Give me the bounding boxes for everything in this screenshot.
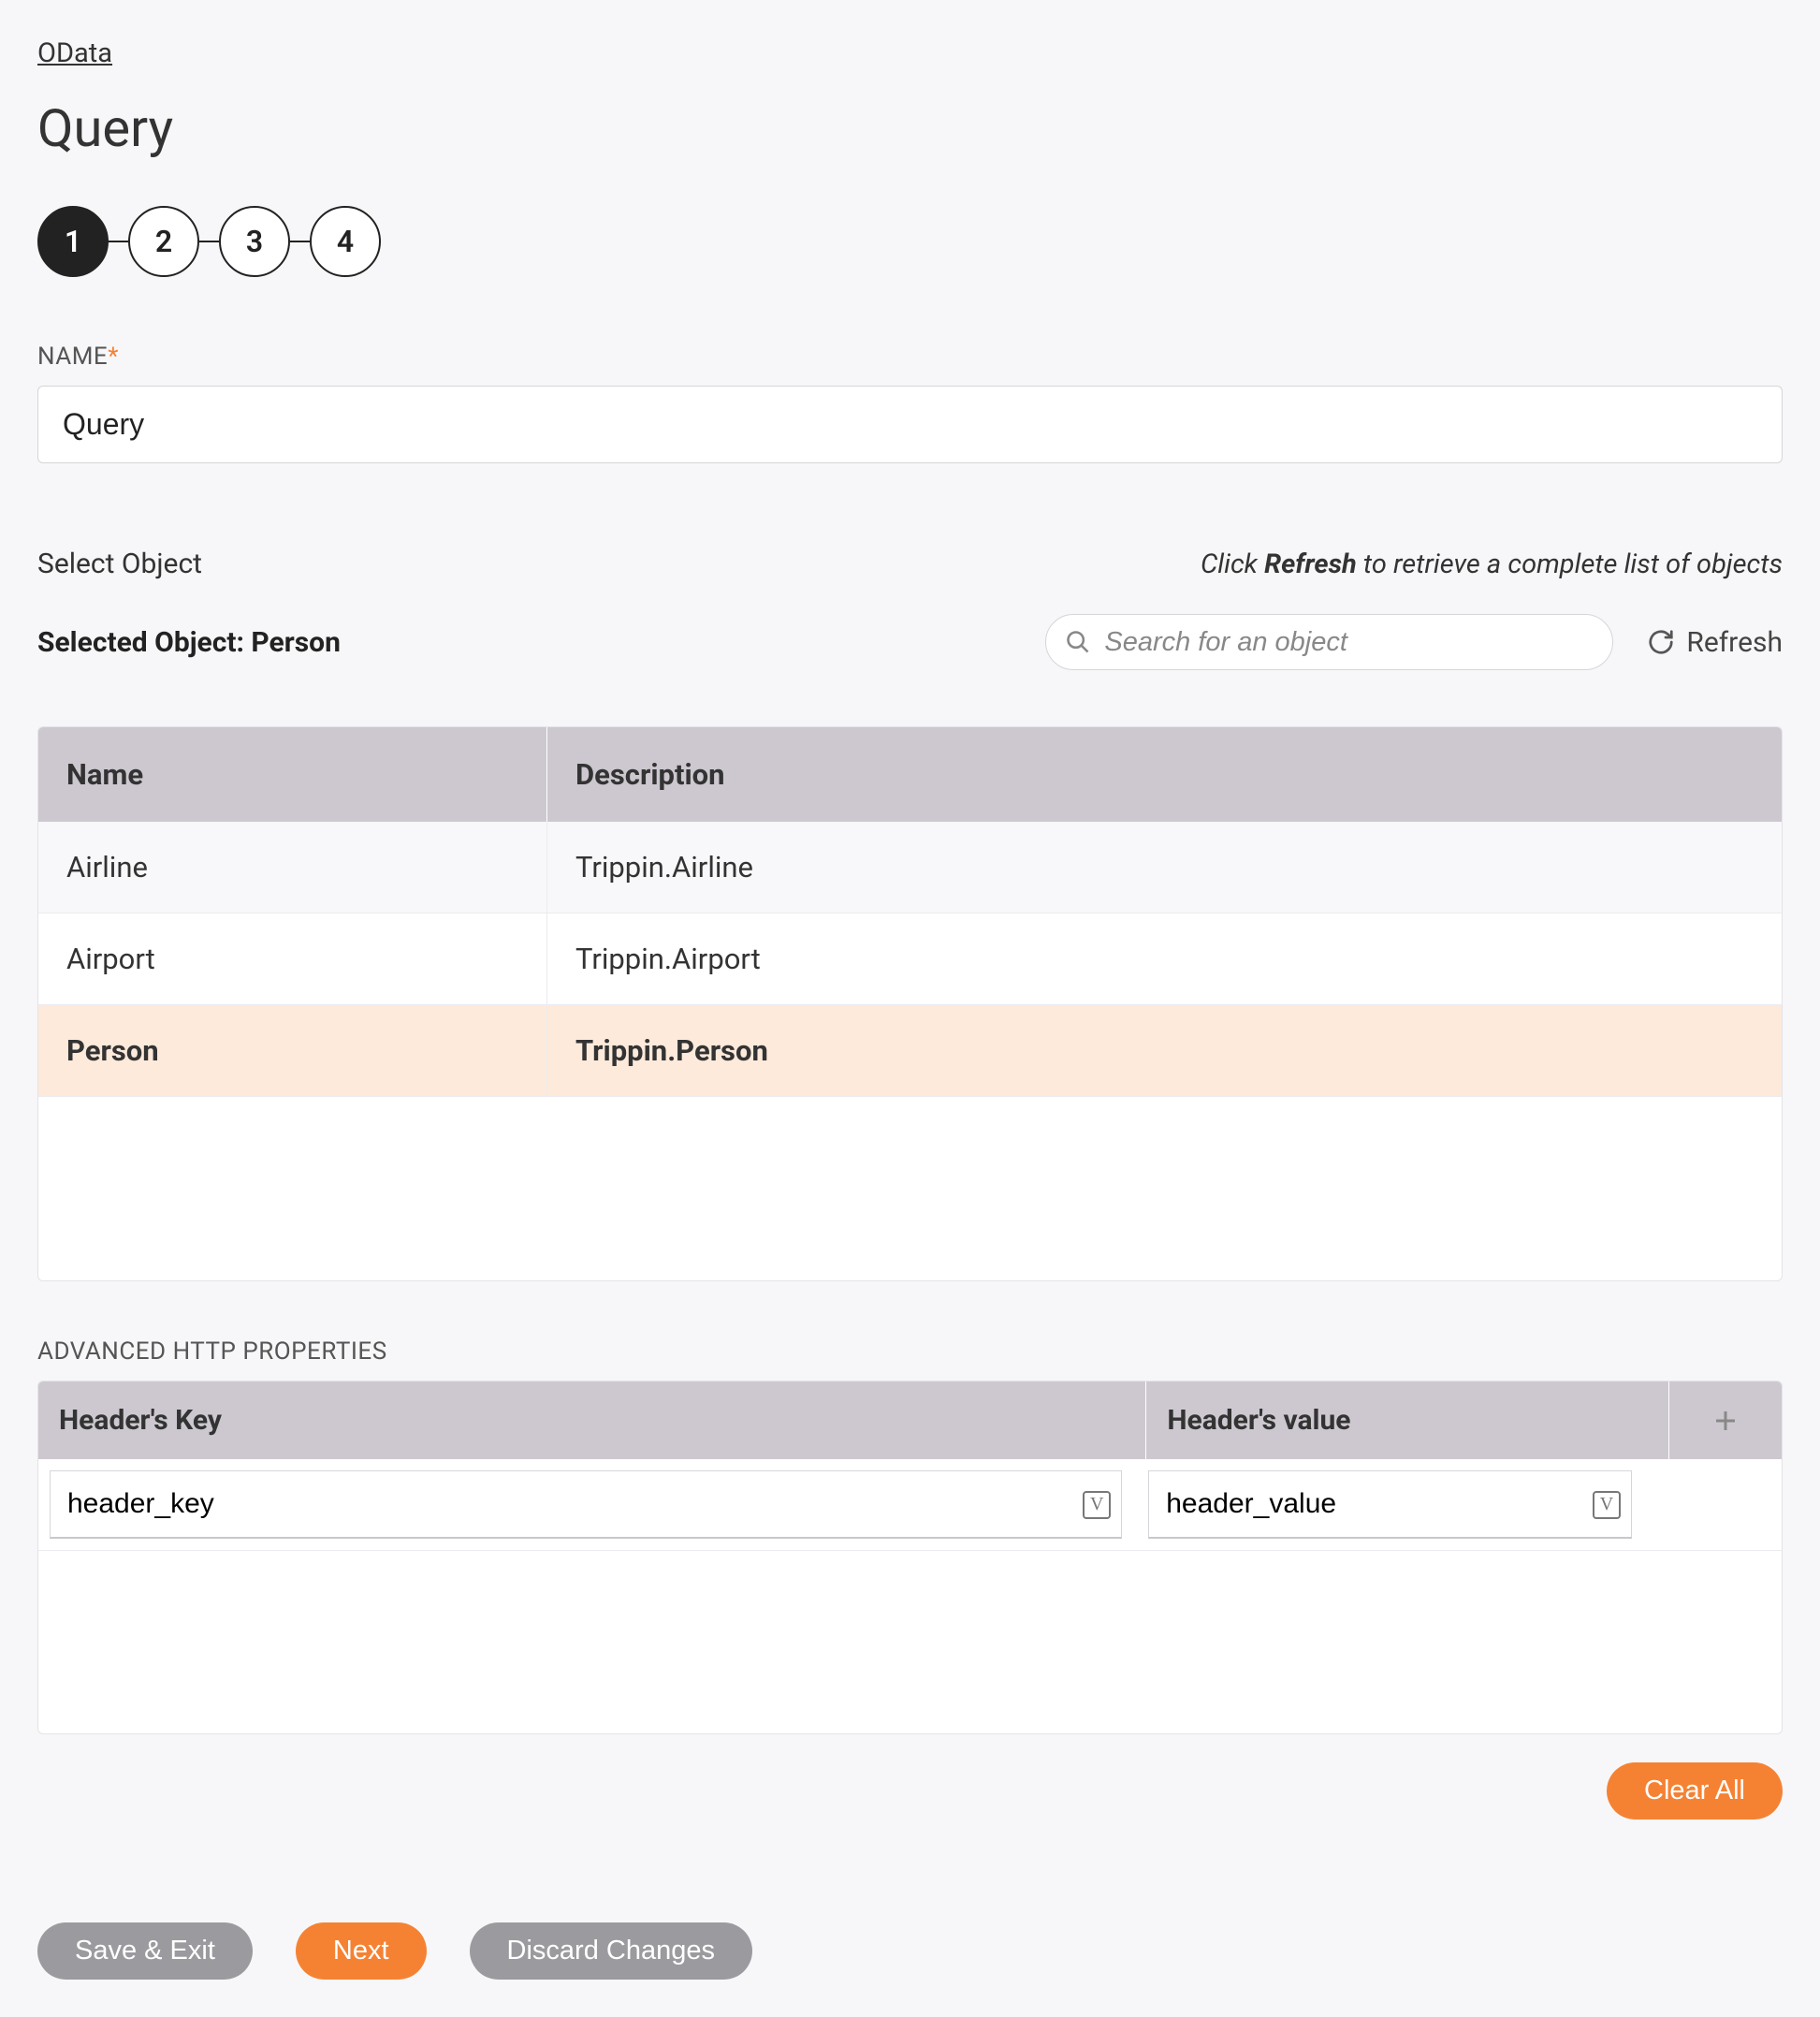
name-label-text: NAME bbox=[37, 343, 108, 371]
selected-value: Person bbox=[251, 626, 341, 659]
step-2[interactable]: 2 bbox=[128, 206, 199, 277]
name-input[interactable] bbox=[37, 386, 1783, 463]
objects-table: Name Description Airline Trippin.Airline… bbox=[37, 726, 1783, 1281]
clear-all-button[interactable]: Clear All bbox=[1607, 1762, 1783, 1820]
col-header-key: Header's Key bbox=[38, 1381, 1146, 1459]
table-row[interactable]: Airline Trippin.Airline bbox=[38, 822, 1782, 913]
discard-button[interactable]: Discard Changes bbox=[470, 1922, 752, 1980]
hint-bold: Refresh bbox=[1264, 548, 1357, 580]
breadcrumb-odata[interactable]: OData bbox=[37, 37, 112, 69]
refresh-icon bbox=[1647, 628, 1675, 656]
save-exit-button[interactable]: Save & Exit bbox=[37, 1922, 253, 1980]
headers-spacer bbox=[1658, 1470, 1770, 1539]
cell-name: Person bbox=[38, 1005, 547, 1096]
step-1[interactable]: 1 bbox=[37, 206, 109, 277]
search-input[interactable] bbox=[1104, 627, 1586, 658]
header-value-input[interactable] bbox=[1148, 1470, 1632, 1539]
variable-picker-icon[interactable]: V bbox=[1083, 1491, 1111, 1519]
step-3[interactable]: 3 bbox=[219, 206, 290, 277]
page-title: Query bbox=[37, 97, 1783, 159]
plus-icon bbox=[1711, 1407, 1740, 1435]
stepper: 1 2 3 4 bbox=[37, 206, 1783, 277]
step-connector bbox=[290, 241, 310, 242]
col-header-name: Name bbox=[38, 727, 547, 822]
variable-picker-icon[interactable]: V bbox=[1593, 1491, 1621, 1519]
next-button[interactable]: Next bbox=[296, 1922, 427, 1980]
search-icon bbox=[1065, 629, 1091, 655]
table-filler bbox=[38, 1097, 1782, 1280]
name-label: NAME* bbox=[37, 343, 1783, 371]
col-header-value: Header's value bbox=[1146, 1381, 1669, 1459]
headers-table-header: Header's Key Header's value bbox=[38, 1381, 1782, 1459]
hint-prefix: Click bbox=[1201, 548, 1264, 580]
header-key-input[interactable] bbox=[50, 1470, 1122, 1539]
cell-name: Airport bbox=[38, 913, 547, 1004]
step-connector bbox=[109, 241, 128, 242]
advanced-http-label: ADVANCED HTTP PROPERTIES bbox=[37, 1337, 1783, 1366]
objects-table-body: Airline Trippin.Airline Airport Trippin.… bbox=[38, 822, 1782, 1280]
cell-description: Trippin.Person bbox=[547, 1005, 1782, 1096]
step-4[interactable]: 4 bbox=[310, 206, 381, 277]
cell-description: Trippin.Airline bbox=[547, 822, 1782, 913]
headers-table: Header's Key Header's value V V bbox=[37, 1381, 1783, 1734]
table-row[interactable]: Airport Trippin.Airport bbox=[38, 913, 1782, 1005]
refresh-hint: Click Refresh to retrieve a complete lis… bbox=[1201, 548, 1783, 580]
selected-prefix: Selected Object: bbox=[37, 626, 251, 659]
search-box[interactable] bbox=[1045, 614, 1613, 670]
hint-suffix: to retrieve a complete list of objects bbox=[1357, 548, 1783, 580]
select-object-label: Select Object bbox=[37, 548, 202, 580]
headers-row: V V bbox=[38, 1459, 1782, 1551]
cell-description: Trippin.Airport bbox=[547, 913, 1782, 1004]
cell-name: Airline bbox=[38, 822, 547, 913]
step-connector bbox=[199, 241, 219, 242]
objects-table-header: Name Description bbox=[38, 727, 1782, 822]
col-header-description: Description bbox=[547, 727, 1782, 822]
refresh-label: Refresh bbox=[1686, 626, 1783, 659]
table-row[interactable]: Person Trippin.Person bbox=[38, 1005, 1782, 1097]
add-header-button[interactable] bbox=[1669, 1381, 1782, 1459]
required-asterisk: * bbox=[108, 343, 119, 371]
refresh-button[interactable]: Refresh bbox=[1647, 626, 1783, 659]
headers-filler bbox=[38, 1551, 1782, 1733]
selected-object-label: Selected Object: Person bbox=[37, 626, 341, 659]
